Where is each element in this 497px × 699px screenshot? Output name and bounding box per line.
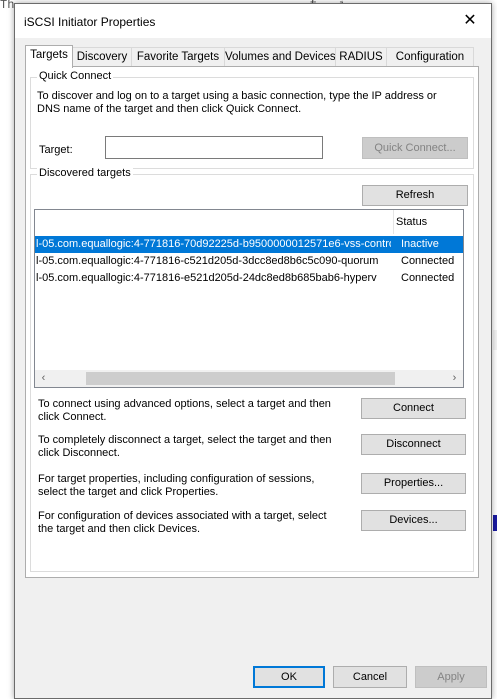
table-row[interactable]: l-05.com.equallogic:4-771816-e521d205d-2…	[35, 270, 463, 287]
targets-page: Quick Connect To discover and log on to …	[25, 66, 479, 578]
quick-connect-group: Quick Connect To discover and log on to …	[30, 70, 474, 169]
column-header-status[interactable]: Status	[396, 216, 427, 228]
column-separator[interactable]	[393, 210, 394, 234]
background-edge	[493, 330, 497, 350]
properties-description: For target properties, including configu…	[38, 473, 315, 498]
target-label: Target:	[39, 144, 73, 156]
target-name: l-05.com.equallogic:4-771816-e521d205d-2…	[36, 272, 377, 284]
tab-volumes-and-devices[interactable]: Volumes and Devices	[224, 47, 336, 67]
devices-button[interactable]: Devices...	[361, 510, 466, 531]
tab-strip: Targets Discovery Favorite Targets Volum…	[25, 45, 475, 68]
discovered-targets-label: Discovered targets	[37, 167, 133, 179]
close-icon[interactable]: ✕	[455, 8, 485, 34]
cancel-button[interactable]: Cancel	[333, 666, 407, 688]
tab-favorite-targets[interactable]: Favorite Targets	[131, 47, 225, 67]
connect-button[interactable]: Connect	[361, 398, 466, 419]
tab-targets[interactable]: Targets	[25, 45, 73, 68]
scroll-right-icon[interactable]: ›	[446, 370, 463, 387]
target-name: l-05.com.equallogic:4-771816-c521d205d-3…	[36, 255, 379, 267]
tab-discovery[interactable]: Discovery	[72, 47, 132, 67]
target-name: l-05.com.equallogic:4-771816-70d92225d-b…	[36, 238, 391, 250]
quick-connect-label: Quick Connect	[37, 70, 114, 82]
scroll-left-icon[interactable]: ‹	[35, 370, 52, 387]
devices-description: For configuration of devices associated …	[38, 510, 327, 535]
refresh-button[interactable]: Refresh	[362, 185, 468, 206]
scrollbar-thumb[interactable]	[86, 372, 395, 385]
list-header: Status	[35, 210, 463, 234]
table-row[interactable]: l-05.com.equallogic:4-771816-c521d205d-3…	[35, 253, 463, 270]
tab-radius[interactable]: RADIUS	[335, 47, 387, 67]
target-input[interactable]	[105, 136, 323, 159]
ok-button[interactable]: OK	[253, 666, 325, 688]
title-bar: iSCSI Initiator Properties ✕	[15, 4, 491, 38]
dialog-title: iSCSI Initiator Properties	[24, 15, 156, 29]
tab-configuration[interactable]: Configuration	[386, 47, 474, 67]
target-status: Inactive	[401, 238, 439, 250]
target-status: Connected	[401, 272, 455, 284]
quick-connect-description: To discover and log on to a target using…	[37, 90, 437, 115]
apply-button[interactable]: Apply	[415, 666, 487, 688]
horizontal-scrollbar[interactable]: ‹ ›	[35, 370, 463, 387]
iscsi-dialog: iSCSI Initiator Properties ✕ Targets Dis…	[14, 3, 492, 699]
table-row[interactable]: l-05.com.equallogic:4-771816-70d92225d-b…	[35, 236, 463, 253]
discovered-targets-list[interactable]: Status l-05.com.equallogic:4-771816-70d9…	[34, 209, 464, 388]
connect-description: To connect using advanced options, selec…	[38, 398, 331, 423]
disconnect-description: To completely disconnect a target, selec…	[38, 434, 332, 459]
target-status: Connected	[401, 255, 455, 267]
quick-connect-button[interactable]: Quick Connect...	[362, 137, 468, 159]
background-edge-blue	[493, 515, 497, 531]
properties-button[interactable]: Properties...	[361, 473, 466, 494]
disconnect-button[interactable]: Disconnect	[361, 434, 466, 455]
